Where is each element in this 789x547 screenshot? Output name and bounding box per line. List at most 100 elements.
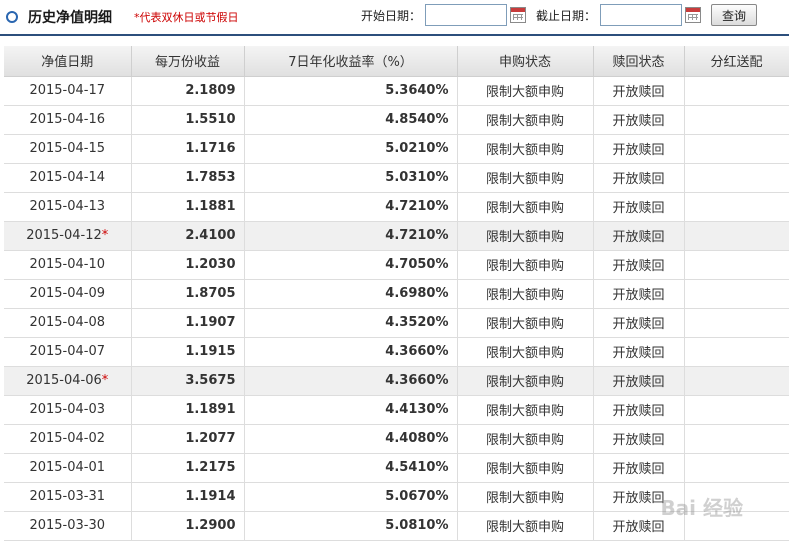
cell-dividend (684, 395, 789, 425)
date-text: 2015-04-08 (29, 315, 106, 330)
cell-redeem-status: 开放赎回 (593, 279, 685, 309)
cell-buy-status: 限制大额申购 (457, 308, 594, 338)
cell-income: 1.2030 (131, 250, 245, 280)
cell-buy-status: 限制大额申购 (457, 76, 594, 106)
cell-buy-status: 限制大额申购 (457, 424, 594, 454)
start-date-label: 开始日期： (360, 8, 421, 23)
cell-dividend (684, 279, 789, 309)
date-text: 2015-04-03 (29, 402, 106, 417)
table-row: 2015-04-13 1.1881 4.7210% 限制大额申购 开放赎回 (4, 192, 789, 222)
nav-history-table: 净值日期 每万份收益 7日年化收益率（%） 申购状态 赎回状态 分红送配 201… (4, 46, 789, 541)
date-text: 2015-04-01 (29, 460, 106, 475)
table-row: 2015-04-15 1.1716 5.0210% 限制大额申购 开放赎回 (4, 134, 789, 164)
date-text: 2015-04-02 (29, 431, 106, 446)
cell-income: 1.1881 (131, 192, 245, 222)
cell-income: 1.2077 (131, 424, 245, 454)
cell-rate: 5.0310% (244, 163, 458, 193)
table-row: 2015-04-09 1.8705 4.6980% 限制大额申购 开放赎回 (4, 279, 789, 309)
cell-rate: 4.5410% (244, 453, 458, 483)
calendar-icon[interactable] (509, 7, 526, 23)
cell-income: 1.2175 (131, 453, 245, 483)
cell-date: 2015-03-30 (4, 511, 132, 541)
cell-date: 2015-04-03 (4, 395, 132, 425)
cell-rate: 5.0670% (244, 482, 458, 512)
table-row: 2015-04-08 1.1907 4.3520% 限制大额申购 开放赎回 (4, 308, 789, 338)
table-row: 2015-04-01 1.2175 4.5410% 限制大额申购 开放赎回 (4, 453, 789, 483)
cell-buy-status: 限制大额申购 (457, 163, 594, 193)
cell-income: 1.2900 (131, 511, 245, 541)
holiday-marker: * (101, 228, 109, 243)
cell-buy-status: 限制大额申购 (457, 395, 594, 425)
cell-buy-status: 限制大额申购 (457, 105, 594, 135)
cell-rate: 4.4080% (244, 424, 458, 454)
start-date-input[interactable] (424, 4, 507, 26)
cell-rate: 5.0810% (244, 511, 458, 541)
cell-rate: 4.8540% (244, 105, 458, 135)
cell-date: 2015-03-31 (4, 482, 132, 512)
cell-dividend (684, 250, 789, 280)
column-header-date: 净值日期 (4, 46, 132, 77)
cell-date: 2015-04-12* (4, 221, 132, 251)
cell-date: 2015-04-02 (4, 424, 132, 454)
cell-rate: 4.7210% (244, 221, 458, 251)
cell-redeem-status: 开放赎回 (593, 105, 685, 135)
cell-rate: 4.3660% (244, 337, 458, 367)
date-text: 2015-04-06 (26, 373, 102, 388)
column-header-dividend: 分红送配 (684, 46, 789, 77)
cell-redeem-status: 开放赎回 (593, 424, 685, 454)
cell-redeem-status: 开放赎回 (593, 250, 685, 280)
cell-buy-status: 限制大额申购 (457, 482, 594, 512)
cell-dividend (684, 424, 789, 454)
cell-dividend (684, 453, 789, 483)
column-header-redeem-status: 赎回状态 (593, 46, 685, 77)
cell-income: 1.1891 (131, 395, 245, 425)
cell-rate: 4.3660% (244, 366, 458, 396)
cell-date: 2015-04-08 (4, 308, 132, 338)
table-row: 2015-04-10 1.2030 4.7050% 限制大额申购 开放赎回 (4, 250, 789, 280)
cell-date: 2015-04-16 (4, 105, 132, 135)
cell-buy-status: 限制大额申购 (457, 453, 594, 483)
date-text: 2015-04-10 (29, 257, 106, 272)
cell-rate: 4.6980% (244, 279, 458, 309)
date-text: 2015-04-13 (29, 199, 106, 214)
cell-rate: 5.0210% (244, 134, 458, 164)
cell-dividend (684, 221, 789, 251)
cell-redeem-status: 开放赎回 (593, 76, 685, 106)
cell-redeem-status: 开放赎回 (593, 134, 685, 164)
cell-income: 2.1809 (131, 76, 245, 106)
cell-date: 2015-04-09 (4, 279, 132, 309)
date-text: 2015-03-31 (29, 489, 106, 504)
cell-buy-status: 限制大额申购 (457, 250, 594, 280)
query-button[interactable]: 查询 (710, 4, 757, 26)
cell-date: 2015-04-01 (4, 453, 132, 483)
cell-date: 2015-04-06* (4, 366, 132, 396)
table-row: 2015-04-03 1.1891 4.4130% 限制大额申购 开放赎回 (4, 395, 789, 425)
cell-buy-status: 限制大额申购 (457, 134, 594, 164)
cell-income: 1.1914 (131, 482, 245, 512)
table-row: 2015-04-14 1.7853 5.0310% 限制大额申购 开放赎回 (4, 163, 789, 193)
date-text: 2015-04-16 (29, 112, 106, 127)
table-header-row: 净值日期 每万份收益 7日年化收益率（%） 申购状态 赎回状态 分红送配 (4, 46, 789, 77)
circle-bullet-icon (6, 11, 18, 23)
date-filter-bar: 开始日期： 截止日期： 查询 (361, 4, 757, 26)
cell-dividend (684, 105, 789, 135)
end-date-input[interactable] (599, 4, 682, 26)
cell-redeem-status: 开放赎回 (593, 221, 685, 251)
cell-redeem-status: 开放赎回 (593, 366, 685, 396)
date-text: 2015-03-30 (29, 518, 106, 533)
cell-rate: 4.3520% (244, 308, 458, 338)
cell-redeem-status: 开放赎回 (593, 337, 685, 367)
cell-rate: 4.4130% (244, 395, 458, 425)
table-body: 2015-04-17 2.1809 5.3640% 限制大额申购 开放赎回 2015-04… (4, 76, 789, 541)
nav-history-table-wrap: 净值日期 每万份收益 7日年化收益率（%） 申购状态 赎回状态 分红送配 201… (4, 46, 789, 541)
holiday-note: *代表双休日或节假日 (134, 11, 239, 24)
date-text: 2015-04-14 (29, 170, 106, 185)
cell-income: 1.1907 (131, 308, 245, 338)
column-header-income: 每万份收益 (131, 46, 245, 77)
cell-dividend (684, 337, 789, 367)
cell-redeem-status: 开放赎回 (593, 192, 685, 222)
cell-dividend (684, 366, 789, 396)
cell-buy-status: 限制大额申购 (457, 511, 594, 541)
title-group: 历史净值明细 *代表双休日或节假日 (6, 6, 239, 28)
calendar-icon[interactable] (684, 7, 701, 23)
